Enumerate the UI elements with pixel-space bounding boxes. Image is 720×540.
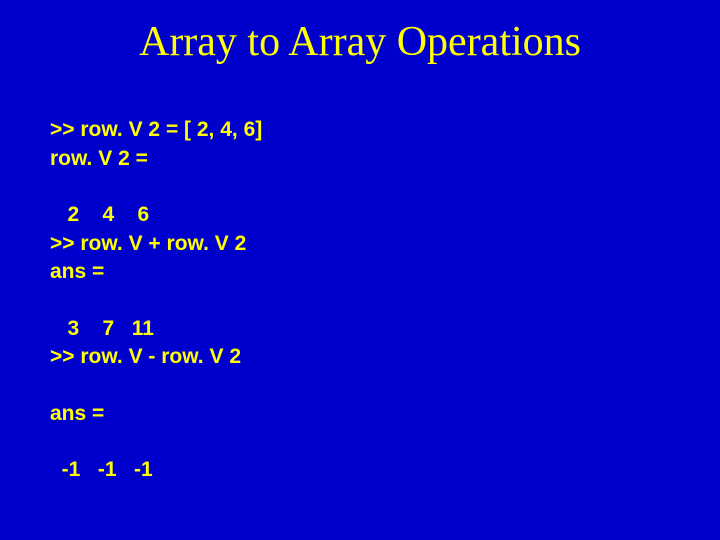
code-line: ans = [50, 402, 104, 425]
code-line: 2 4 6 [50, 203, 149, 226]
code-line: -1 -1 -1 [50, 458, 153, 481]
code-line: >> row. V + row. V 2 [50, 232, 246, 255]
code-block: >> row. V 2 = [ 2, 4, 6] row. V 2 = 2 4 … [50, 88, 670, 513]
slide: Array to Array Operations >> row. V 2 = … [0, 0, 720, 540]
code-line: 3 7 11 [50, 317, 154, 340]
slide-title: Array to Array Operations [50, 18, 670, 66]
code-line: >> row. V 2 = [ 2, 4, 6] [50, 118, 262, 141]
code-line: row. V 2 = [50, 147, 148, 170]
code-line: ans = [50, 260, 104, 283]
code-line: >> row. V - row. V 2 [50, 345, 241, 368]
